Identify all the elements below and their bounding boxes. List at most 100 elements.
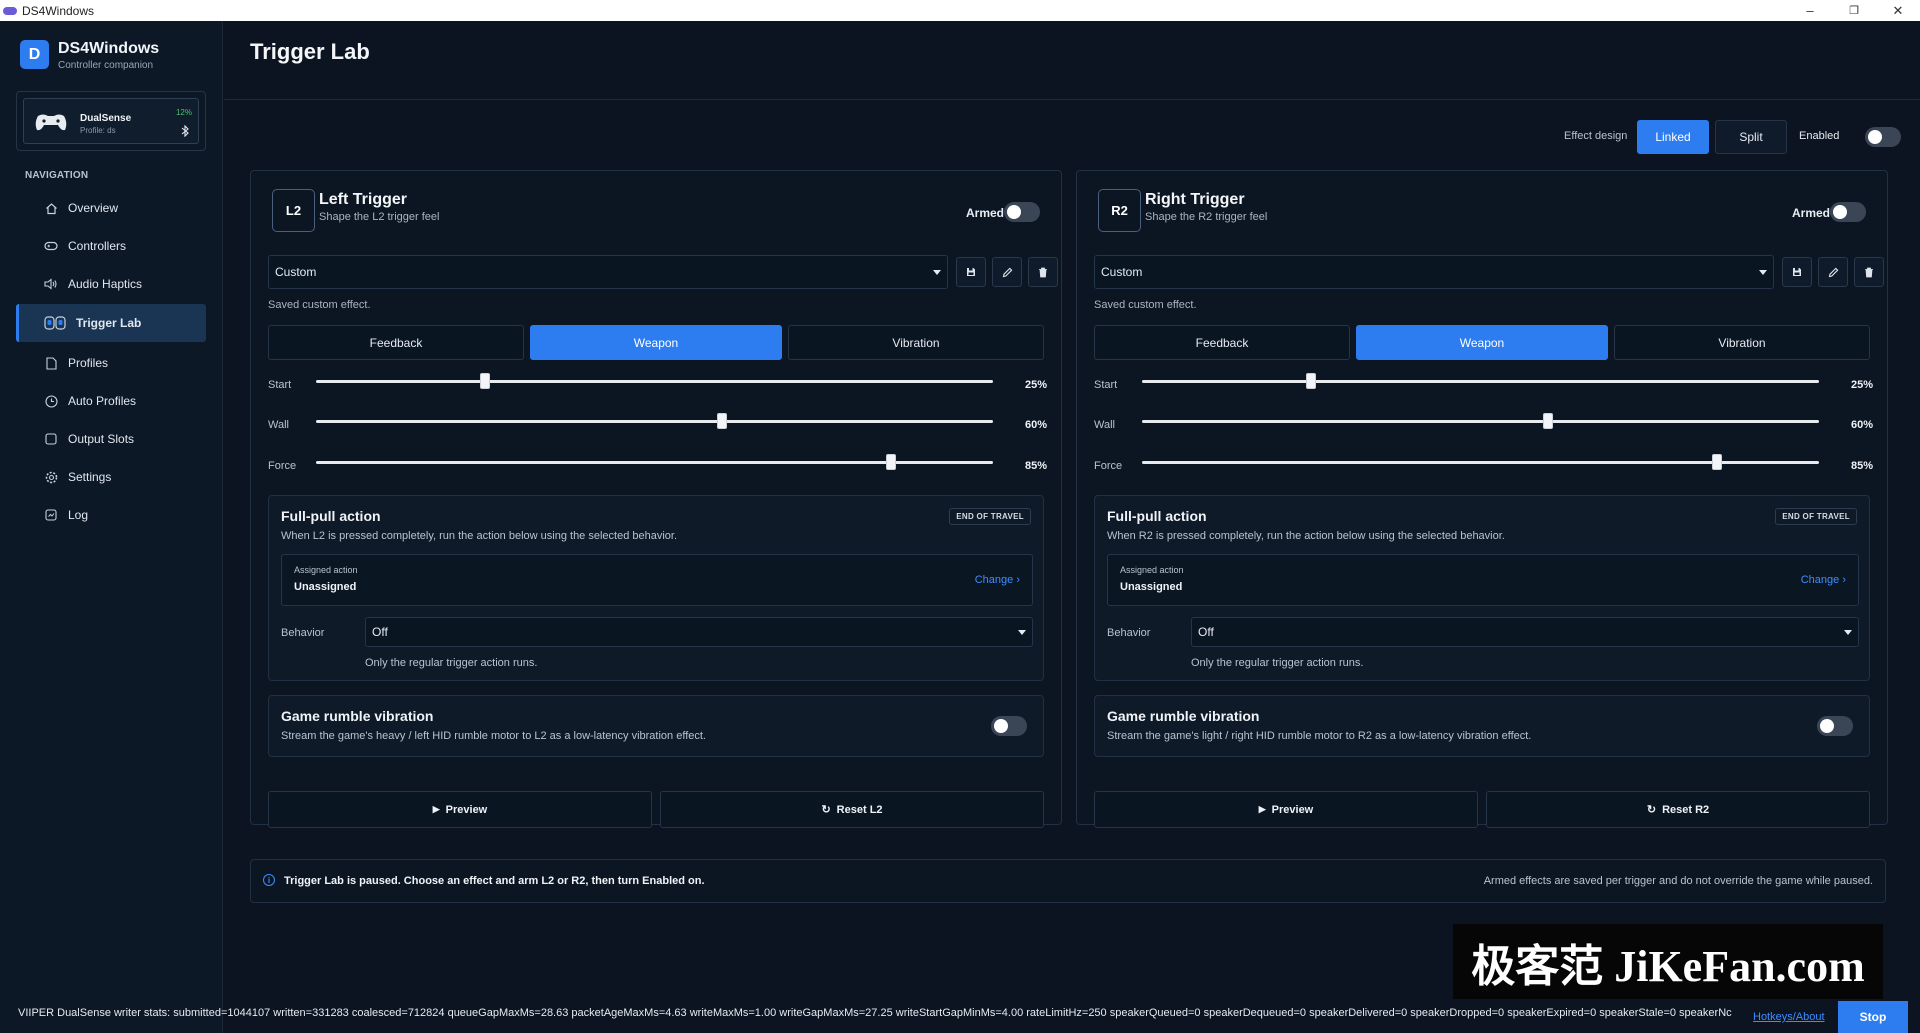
slider-label-force: Force xyxy=(1094,460,1123,472)
nav-item-profiles[interactable]: Profiles xyxy=(16,344,206,382)
preview-button[interactable]: ▶ Preview xyxy=(1094,791,1478,828)
minimize-button[interactable]: – xyxy=(1788,0,1832,21)
info-note: Armed effects are saved per trigger and … xyxy=(1483,875,1873,887)
app-name: DS4Windows xyxy=(58,40,160,57)
restore-button[interactable]: ❐ xyxy=(1832,0,1876,21)
tab-feedback[interactable]: Feedback xyxy=(268,325,524,360)
enabled-label: Enabled xyxy=(1799,130,1840,142)
behavior-select[interactable]: Off xyxy=(1191,617,1859,647)
delete-preset-button[interactable] xyxy=(1028,257,1058,287)
nav-label: Overview xyxy=(68,201,119,215)
tab-vibration[interactable]: Vibration xyxy=(788,325,1044,360)
nav-item-overview[interactable]: Overview xyxy=(16,189,206,227)
assigned-action-value: Unassigned xyxy=(1120,581,1183,593)
nav-item-log[interactable]: Log xyxy=(16,496,206,534)
edit-preset-button[interactable] xyxy=(1818,257,1848,287)
enabled-toggle[interactable] xyxy=(1865,127,1901,147)
armed-label: Armed xyxy=(966,206,1005,220)
reset-button[interactable]: ↻ Reset R2 xyxy=(1486,791,1870,828)
battery-level: 12% xyxy=(175,108,192,117)
tab-weapon[interactable]: Weapon xyxy=(1356,325,1608,360)
tab-feedback[interactable]: Feedback xyxy=(1094,325,1350,360)
wall-slider[interactable] xyxy=(1142,413,1819,429)
preset-select[interactable]: Custom xyxy=(1094,255,1774,289)
nav-item-output-slots[interactable]: Output Slots xyxy=(16,420,206,458)
behavior-select[interactable]: Off xyxy=(365,617,1033,647)
start-slider[interactable] xyxy=(316,373,993,389)
info-icon: i xyxy=(263,874,275,886)
trigger-title: Right Trigger xyxy=(1145,191,1245,208)
preview-label: Preview xyxy=(445,803,488,816)
controller-card[interactable]: DualSense Profile: ds 12% xyxy=(16,91,206,151)
slot-icon xyxy=(44,432,58,446)
end-of-travel-badge: END OF TRAVEL xyxy=(1775,508,1857,525)
chevron-down-icon xyxy=(1759,270,1767,275)
split-button[interactable]: Split xyxy=(1715,120,1787,154)
nav-header: NAVIGATION xyxy=(25,170,89,181)
slider-label-start: Start xyxy=(268,379,292,391)
wall-slider[interactable] xyxy=(316,413,993,429)
reset-button[interactable]: ↻ Reset L2 xyxy=(660,791,1044,828)
force-slider[interactable] xyxy=(1142,454,1819,470)
delete-preset-button[interactable] xyxy=(1854,257,1884,287)
nav-label: Controllers xyxy=(68,239,127,253)
start-slider[interactable] xyxy=(1142,373,1819,389)
full-pull-title: Full-pull action xyxy=(1107,508,1207,524)
slider-thumb[interactable] xyxy=(886,454,897,470)
slider-label-wall: Wall xyxy=(268,419,289,431)
trash-icon xyxy=(1865,267,1873,277)
page-title: Trigger Lab xyxy=(250,39,370,64)
game-rumble-title: Game rumble vibration xyxy=(1107,708,1260,724)
assigned-action-box[interactable]: Assigned action Unassigned Change › xyxy=(281,554,1033,606)
nav-item-auto-profiles[interactable]: Auto Profiles xyxy=(16,382,206,420)
slider-value-wall: 60% xyxy=(1850,419,1873,431)
hotkeys-about-link[interactable]: Hotkeys/About xyxy=(1753,1011,1825,1023)
tab-weapon[interactable]: Weapon xyxy=(530,325,782,360)
pencil-icon xyxy=(1828,267,1838,277)
main-content: Trigger Lab Effect design Linked Split E… xyxy=(224,21,1920,1033)
tab-vibration[interactable]: Vibration xyxy=(1614,325,1870,360)
preset-select[interactable]: Custom xyxy=(268,255,948,289)
nav-label: Profiles xyxy=(68,356,109,370)
slider-thumb[interactable] xyxy=(717,413,728,429)
controller-card-inner[interactable]: DualSense Profile: ds 12% xyxy=(23,98,199,144)
info-bar: i Trigger Lab is paused. Choose an effec… xyxy=(250,859,1886,903)
armed-toggle[interactable] xyxy=(1830,202,1866,222)
change-action-link[interactable]: Change › xyxy=(975,574,1020,586)
header-divider xyxy=(224,99,1920,100)
gamepad-icon xyxy=(35,114,67,131)
slider-thumb[interactable] xyxy=(480,373,491,389)
force-slider[interactable] xyxy=(316,454,993,470)
preview-button[interactable]: ▶ Preview xyxy=(268,791,652,828)
preset-value: Custom xyxy=(275,265,317,279)
slider-thumb[interactable] xyxy=(1306,373,1317,389)
status-bar: VIIPER DualSense writer stats: submitted… xyxy=(0,1001,1920,1033)
behavior-label: Behavior xyxy=(281,627,325,639)
nav-item-controllers[interactable]: Controllers xyxy=(16,227,206,265)
linked-button[interactable]: Linked xyxy=(1637,120,1709,154)
save-icon xyxy=(1793,268,1801,276)
change-action-link[interactable]: Change › xyxy=(1801,574,1846,586)
armed-toggle[interactable] xyxy=(1004,202,1040,222)
nav-item-trigger-lab[interactable]: Trigger Lab xyxy=(16,304,206,342)
full-pull-card: Full-pull action END OF TRAVEL When R2 i… xyxy=(1094,495,1870,681)
preset-value: Custom xyxy=(1101,265,1143,279)
nav-item-audio-haptics[interactable]: Audio Haptics xyxy=(16,265,206,303)
edit-preset-button[interactable] xyxy=(992,257,1022,287)
game-rumble-toggle[interactable] xyxy=(991,716,1027,736)
window-title: DS4Windows xyxy=(22,3,95,18)
game-rumble-toggle[interactable] xyxy=(1817,716,1853,736)
slider-thumb[interactable] xyxy=(1543,413,1554,429)
right-trigger-panel: R2 Right Trigger Shape the R2 trigger fe… xyxy=(1076,170,1888,828)
save-preset-button[interactable] xyxy=(956,257,986,287)
slider-label-wall: Wall xyxy=(1094,419,1115,431)
save-preset-button[interactable] xyxy=(1782,257,1812,287)
slider-thumb[interactable] xyxy=(1712,454,1723,470)
stop-button[interactable]: Stop xyxy=(1838,1001,1908,1033)
game-rumble-card: Game rumble vibration Stream the game's … xyxy=(268,695,1044,757)
nav-label: Trigger Lab xyxy=(76,316,142,330)
nav-item-settings[interactable]: Settings xyxy=(16,458,206,496)
close-button[interactable]: ✕ xyxy=(1876,0,1920,21)
preview-label: Preview xyxy=(1271,803,1314,816)
assigned-action-box[interactable]: Assigned action Unassigned Change › xyxy=(1107,554,1859,606)
